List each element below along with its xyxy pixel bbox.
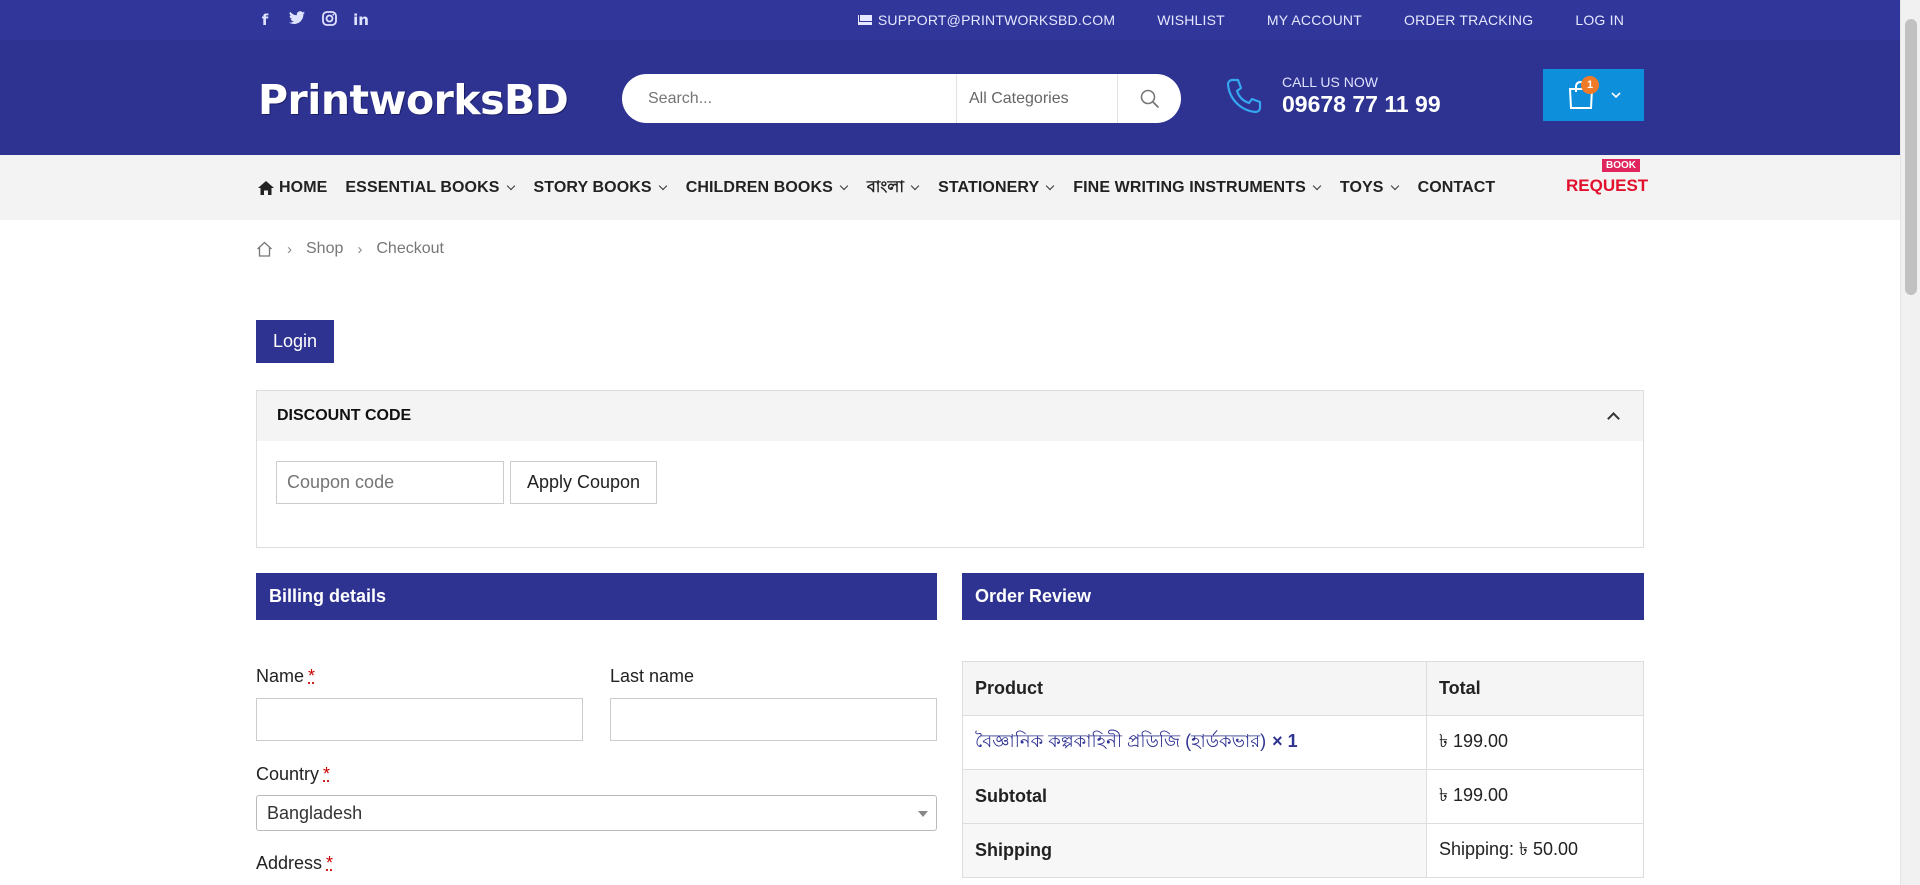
chevron-down-icon — [1390, 181, 1399, 191]
chevron-down-icon — [1046, 181, 1055, 191]
subtotal-value: ৳ 199.00 — [1426, 769, 1644, 824]
product-link[interactable]: বৈজ্ঞানিক কল্পকাহিনী প্রডিজি (হার্ডকভার) — [975, 731, 1266, 751]
scrollbar-thumb[interactable] — [1905, 19, 1917, 295]
wishlist-link[interactable]: WISHLIST — [1157, 12, 1225, 28]
chevron-down-icon — [839, 181, 849, 191]
dropdown-caret-icon — [918, 811, 928, 817]
product-qty: × 1 — [1272, 731, 1298, 751]
category-select[interactable]: All Categories — [956, 74, 1117, 123]
address-label: Address * — [256, 853, 334, 873]
nav-stationery[interactable]: STATIONERY — [938, 179, 1055, 197]
country-select[interactable]: Bangladesh — [256, 795, 937, 831]
home-icon — [257, 241, 272, 257]
col-product: Product — [962, 661, 1427, 716]
discount-title: DISCOUNT CODE — [277, 407, 412, 424]
call-label: CALL US NOW — [1282, 74, 1378, 90]
chevron-right-icon: › — [357, 240, 363, 258]
order-table: Product Total বৈজ্ঞানিক কল্পকাহিনী প্রডি… — [962, 661, 1644, 878]
nav-toys[interactable]: TOYS — [1340, 179, 1400, 197]
last-name-field[interactable] — [610, 698, 937, 741]
table-row: বৈজ্ঞানিক কল্পকাহিনী প্রডিজি (হার্ডকভার)… — [962, 715, 1644, 770]
nav-fine-writing-instruments[interactable]: FINE WRITING INSTRUMENTS — [1073, 179, 1322, 197]
support-email-link[interactable]: SUPPORT@PRINTWORKSBD.COM — [857, 12, 1115, 28]
shipping-label: Shipping — [962, 823, 1427, 878]
nav-bangla[interactable]: বাংলা — [867, 174, 920, 201]
phone-number[interactable]: 09678 77 11 99 — [1282, 91, 1441, 118]
search-icon — [1140, 89, 1159, 108]
nav-story-books[interactable]: STORY BOOKS — [534, 179, 668, 197]
shipping-row: Shipping Shipping: ৳ 50.00 — [962, 823, 1644, 878]
cart-button[interactable]: 1 — [1543, 69, 1644, 121]
site-logo[interactable]: PrintworksBD — [258, 76, 569, 124]
shipping-value: Shipping: ৳ 50.00 — [1426, 823, 1644, 878]
login-link[interactable]: LOG IN — [1575, 12, 1624, 28]
breadcrumb: › Shop › Checkout — [256, 240, 444, 258]
breadcrumb-checkout: Checkout — [376, 240, 444, 257]
chevron-down-icon — [506, 181, 515, 191]
call-info: CALL US NOW 09678 77 11 99 — [1224, 74, 1441, 118]
login-button[interactable]: Login — [256, 320, 334, 363]
search-input[interactable] — [622, 74, 956, 123]
subtotal-row: Subtotal ৳ 199.00 — [962, 769, 1644, 824]
chevron-down-icon — [910, 181, 920, 191]
chevron-down-icon — [1312, 181, 1322, 191]
home-icon — [258, 180, 274, 195]
cart-count-badge: 1 — [1581, 76, 1599, 94]
product-total: ৳ 199.00 — [1426, 715, 1644, 770]
subtotal-label: Subtotal — [962, 769, 1427, 824]
facebook-icon[interactable]: f — [256, 11, 274, 29]
phone-icon — [1226, 78, 1262, 114]
coupon-input[interactable] — [276, 461, 504, 504]
chevron-down-icon — [658, 181, 667, 191]
table-header-row: Product Total — [962, 661, 1644, 716]
search-bar: All Categories — [622, 74, 1181, 123]
breadcrumb-shop[interactable]: Shop — [306, 240, 343, 258]
chevron-up-icon[interactable] — [1607, 412, 1620, 425]
country-label: Country * — [256, 764, 331, 784]
search-button[interactable] — [1117, 74, 1181, 123]
top-links: SUPPORT@PRINTWORKSBD.COM WISHLIST MY ACC… — [857, 0, 1624, 40]
last-name-label: Last name — [610, 666, 695, 686]
envelope-icon — [857, 15, 872, 25]
col-total: Total — [1426, 661, 1644, 716]
billing-header: Billing details — [256, 573, 937, 620]
discount-header[interactable]: DISCOUNT CODE — [257, 391, 1643, 441]
book-tag: BOOK — [1602, 159, 1640, 172]
site-header: PrintworksBD All Categories CALL US NOW … — [0, 40, 1900, 155]
main-nav: HOME ESSENTIAL BOOKS STORY BOOKS CHILDRE… — [0, 155, 1900, 220]
twitter-icon[interactable] — [288, 11, 306, 29]
nav-essential-books[interactable]: ESSENTIAL BOOKS — [345, 179, 515, 197]
request-label: REQUEST — [1566, 176, 1649, 195]
nav-children-books[interactable]: CHILDREN BOOKS — [686, 179, 849, 197]
instagram-icon[interactable] — [320, 10, 338, 30]
social-links: f in — [256, 0, 370, 40]
linkedin-icon[interactable]: in — [352, 11, 370, 29]
order-review-header: Order Review — [962, 573, 1644, 620]
name-label: Name * — [256, 666, 316, 686]
nav-home[interactable]: HOME — [258, 179, 327, 197]
order-tracking-link[interactable]: ORDER TRACKING — [1404, 12, 1533, 28]
top-bar: f in SUPPORT@PRINTWORKSBD.COM WISHLIST M… — [0, 0, 1900, 40]
page-scrollbar[interactable] — [1900, 0, 1920, 885]
nav-contact[interactable]: CONTACT — [1418, 179, 1496, 197]
discount-panel: DISCOUNT CODE Apply Coupon — [256, 390, 1644, 548]
chevron-down-icon — [1610, 92, 1621, 99]
apply-coupon-button[interactable]: Apply Coupon — [510, 461, 657, 504]
name-field[interactable] — [256, 698, 583, 741]
my-account-link[interactable]: MY ACCOUNT — [1267, 12, 1362, 28]
chevron-right-icon: › — [287, 240, 292, 258]
